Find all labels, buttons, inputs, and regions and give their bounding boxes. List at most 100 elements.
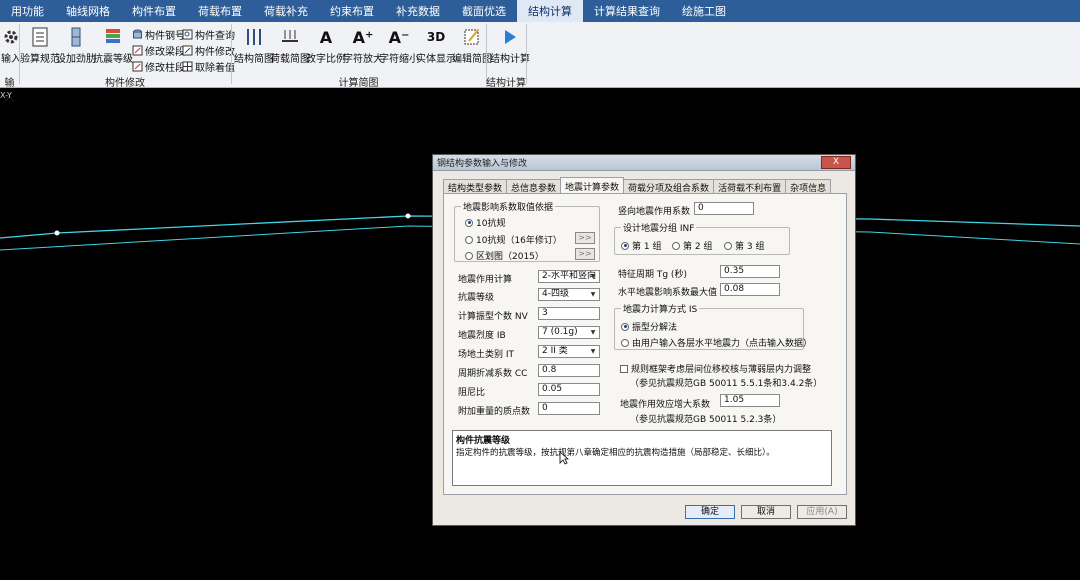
menu-structural-calc[interactable]: 结构计算 bbox=[517, 0, 583, 22]
member-steel-no-button[interactable]: 构件钢号 bbox=[132, 27, 185, 42]
basis-more-button-2[interactable]: >> bbox=[575, 248, 595, 260]
basis-option-10-rev16[interactable]: 10抗规（16年修订） bbox=[465, 233, 562, 246]
regular-frame-note: （参见抗震规范GB 50011 5.5.1条和3.4.2条） bbox=[630, 379, 823, 389]
tab-misc-info[interactable]: 杂项信息 bbox=[785, 179, 832, 194]
modify-column-end-button[interactable]: 修改柱段 bbox=[132, 59, 185, 74]
tab-seismic-calc[interactable]: 地震计算参数 bbox=[560, 177, 625, 194]
modify-icon bbox=[182, 45, 193, 56]
vertical-coef-input[interactable]: 0 bbox=[694, 202, 754, 215]
menu-supplement-data[interactable]: 补充数据 bbox=[385, 0, 451, 22]
modify-beam-end-button[interactable]: 修改梁段 bbox=[132, 43, 185, 58]
period-reduction-input[interactable]: 0.8 bbox=[538, 364, 600, 377]
max-coef-label: 水平地震影响系数最大值 bbox=[618, 288, 718, 298]
edit-icon bbox=[132, 61, 143, 72]
seismic-grade-button[interactable]: 抗震等级 bbox=[93, 26, 133, 65]
radio-selected-icon bbox=[621, 241, 629, 250]
effect-factor-note: （参见抗震规范GB 50011 5.2.3条） bbox=[630, 415, 782, 425]
basis-option-10[interactable]: 10抗规 bbox=[465, 216, 505, 229]
member-query-button[interactable]: 构件查询 bbox=[182, 27, 235, 42]
database-icon bbox=[133, 29, 142, 39]
extra-mass-points-input[interactable]: 0 bbox=[538, 402, 600, 415]
font-enlarge-icon: A⁺ bbox=[352, 27, 374, 47]
radio-icon bbox=[672, 241, 680, 250]
damping-ratio-input[interactable]: 0.05 bbox=[538, 383, 600, 396]
steel-params-dialog: 钢结构参数输入与修改 X 结构类型参数 总信息参数 地震计算参数 荷载分项及组合… bbox=[432, 154, 856, 526]
method-user-input[interactable]: 由用户输入各层水平地震力（点击输入数据） bbox=[621, 336, 812, 349]
model-node[interactable] bbox=[54, 230, 60, 236]
menu-member-layout[interactable]: 构件布置 bbox=[121, 0, 187, 22]
struct-calc-button[interactable]: 结构计算 bbox=[490, 26, 530, 65]
basis-option-zoning-2015[interactable]: 区划图（2015） bbox=[465, 249, 544, 262]
tab-structure-type[interactable]: 结构类型参数 bbox=[443, 179, 508, 194]
radio-selected-icon bbox=[465, 218, 473, 227]
cancel-button[interactable]: 取消 bbox=[741, 505, 791, 519]
solid-display-button[interactable]: 3D 实体显示 bbox=[416, 26, 456, 65]
menu-drawings[interactable]: 绘施工图 bbox=[671, 0, 737, 22]
column-icon bbox=[65, 26, 87, 48]
menu-axis-grid[interactable]: 轴线网格 bbox=[55, 0, 121, 22]
basis-more-button-1[interactable]: >> bbox=[575, 232, 595, 244]
menu-common-functions[interactable]: 用功能 bbox=[0, 0, 55, 22]
design-group-2[interactable]: 第 2 组 bbox=[672, 239, 712, 252]
apply-button[interactable]: 应用(A) bbox=[797, 505, 847, 519]
menubar: 用功能 轴线网格 构件布置 荷载布置 荷载补充 约束布置 补充数据 截面优选 结… bbox=[0, 0, 1080, 22]
add-stiffener-button[interactable]: 设加劲肋 bbox=[56, 26, 96, 65]
struct-diagram-button[interactable]: 结构简图 bbox=[234, 26, 274, 65]
radio-icon bbox=[465, 251, 473, 260]
select-value: 4-四级 bbox=[542, 289, 569, 299]
max-coef-input[interactable]: 0.08 bbox=[720, 283, 780, 296]
tab-load-factors[interactable]: 荷载分项及组合系数 bbox=[623, 179, 715, 194]
load-diagram-button[interactable]: 荷载简图 bbox=[270, 26, 310, 65]
select-value: 2 II 类 bbox=[542, 346, 568, 356]
dropdown-arrow-icon: ▼ bbox=[590, 273, 596, 280]
model-node[interactable] bbox=[405, 213, 411, 219]
member-modify-label: 构件修改 bbox=[195, 47, 235, 58]
group-label-member-modify: 构件修改 bbox=[105, 78, 145, 89]
menu-constraint-layout[interactable]: 约束布置 bbox=[319, 0, 385, 22]
radio-selected-icon bbox=[621, 322, 629, 331]
design-group-label: 第 3 组 bbox=[735, 242, 765, 252]
text-a-icon: A bbox=[319, 27, 333, 47]
effect-factor-label: 地震作用效应增大系数 bbox=[620, 400, 711, 410]
design-group-3[interactable]: 第 3 组 bbox=[724, 239, 764, 252]
dropdown-arrow-icon: ▼ bbox=[590, 348, 596, 355]
font-shrink-button[interactable]: A⁻ 字符缩小 bbox=[379, 26, 419, 66]
mouse-cursor-icon bbox=[559, 451, 569, 465]
text-scale-button[interactable]: A 改字比例 bbox=[306, 26, 346, 66]
field-label: 地震作用计算 bbox=[458, 275, 513, 285]
seismic-grade-label: 抗震等级 bbox=[93, 54, 133, 65]
member-modify-button[interactable]: 构件修改 bbox=[182, 43, 235, 58]
intensity-select[interactable]: 7 (0.1g) ▼ bbox=[538, 326, 600, 339]
check-spec-button[interactable]: 验算规范 bbox=[20, 26, 60, 65]
seismic-action-select[interactable]: 2-水平和竖向 ▼ bbox=[538, 270, 600, 283]
site-class-select[interactable]: 2 II 类 ▼ bbox=[538, 345, 600, 358]
menu-section-optimize[interactable]: 截面优选 bbox=[451, 0, 517, 22]
regular-frame-checkbox[interactable]: 规则框架考虑层间位移校核与薄弱层内力调整 bbox=[620, 362, 811, 375]
method-mode-decomposition[interactable]: 振型分解法 bbox=[621, 320, 677, 333]
field-label: 抗震等级 bbox=[458, 293, 495, 303]
design-group-1[interactable]: 第 1 组 bbox=[621, 239, 661, 252]
menu-load-layout[interactable]: 荷载布置 bbox=[187, 0, 253, 22]
method-group-box: 地震力计算方式 IS 振型分解法 由用户输入各层水平地震力（点击输入数据） bbox=[614, 302, 812, 350]
ok-button[interactable]: 确定 bbox=[685, 505, 735, 519]
dialog-titlebar[interactable]: 钢结构参数输入与修改 X bbox=[433, 155, 855, 171]
font-enlarge-label: 字符放大 bbox=[343, 54, 383, 65]
period-input[interactable]: 0.35 bbox=[720, 265, 780, 278]
tab-live-load-layout[interactable]: 活荷载不利布置 bbox=[713, 179, 787, 194]
seismic-grade-select[interactable]: 4-四级 ▼ bbox=[538, 288, 600, 301]
group-separator bbox=[526, 24, 527, 84]
vertical-coef-label: 竖向地震作用系数 bbox=[618, 207, 691, 217]
effect-factor-input[interactable]: 1.05 bbox=[720, 394, 780, 407]
menu-result-query[interactable]: 计算结果查询 bbox=[583, 0, 671, 22]
color-bars-icon bbox=[102, 26, 124, 48]
menu-load-supplement[interactable]: 荷载补充 bbox=[253, 0, 319, 22]
mode-count-input[interactable]: 3 bbox=[538, 307, 600, 320]
tab-general-info[interactable]: 总信息参数 bbox=[506, 179, 562, 194]
dialog-title: 钢结构参数输入与修改 bbox=[437, 159, 528, 169]
field-label: 地震烈度 IB bbox=[458, 331, 506, 341]
cancel-flagged-label: 取除着值 bbox=[195, 63, 235, 74]
method-option-label: 振型分解法 bbox=[632, 323, 678, 333]
font-enlarge-button[interactable]: A⁺ 字符放大 bbox=[343, 26, 383, 66]
close-button[interactable]: X bbox=[821, 156, 851, 169]
cancel-flagged-button[interactable]: 取除着值 bbox=[182, 59, 235, 74]
